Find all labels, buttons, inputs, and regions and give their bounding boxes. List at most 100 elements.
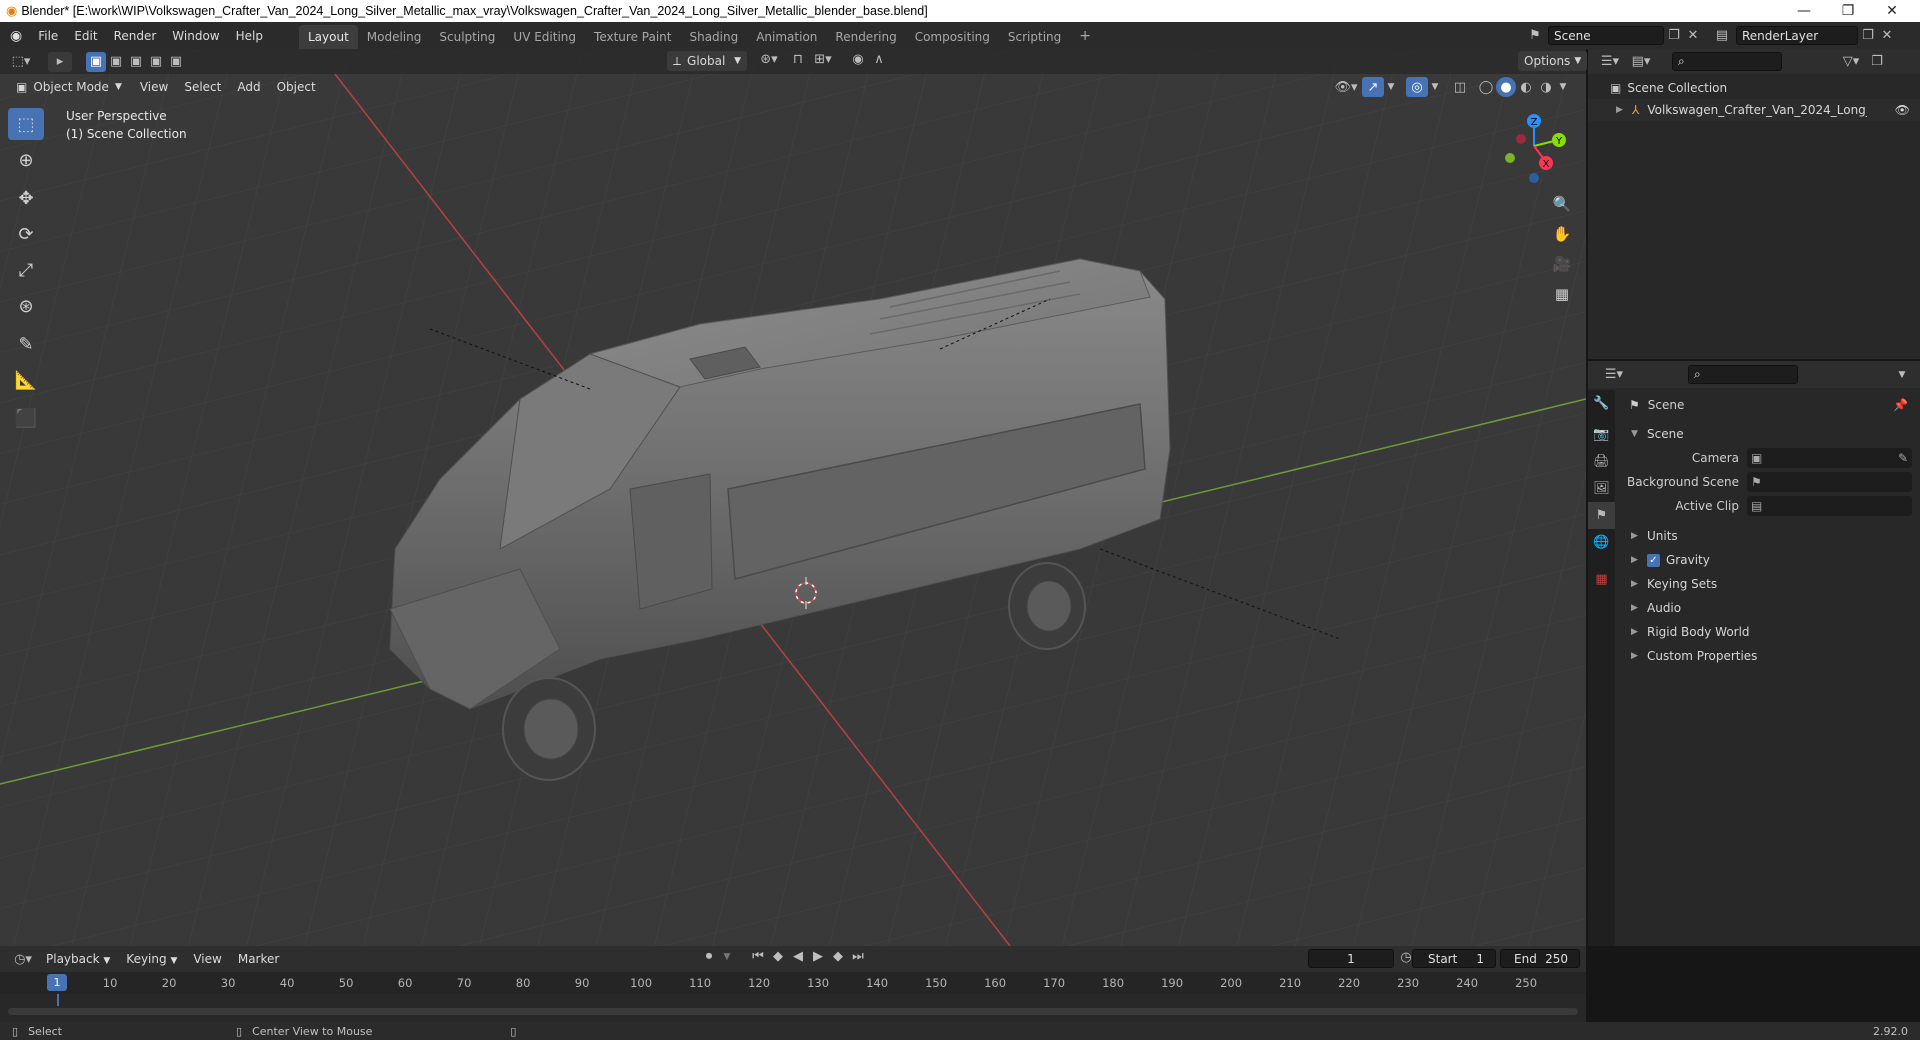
rotate-tool-icon[interactable]: ⟳: [8, 218, 44, 250]
add-cube-tool-icon[interactable]: ⬛: [8, 402, 44, 434]
outliner-search-input[interactable]: ⌕: [1672, 52, 1782, 71]
blender-menu-icon[interactable]: ◉: [10, 28, 22, 44]
keying-sets-section[interactable]: ▶ Keying Sets: [1623, 572, 1920, 596]
display-mode-icon[interactable]: ▤▾: [1626, 54, 1656, 69]
select-box-icon[interactable]: ▸: [48, 51, 72, 72]
scene-tab-icon[interactable]: ⚑: [1588, 502, 1615, 529]
play-icon[interactable]: ▶: [808, 949, 828, 964]
outliner-row-scene-collection[interactable]: ▣ Scene Collection: [1588, 77, 1920, 99]
units-section[interactable]: ▶ Units: [1623, 524, 1920, 548]
tab-scripting[interactable]: Scripting: [999, 25, 1070, 49]
shading-dropdown-icon[interactable]: ▼: [1556, 82, 1570, 92]
add-workspace-button[interactable]: +: [1070, 23, 1100, 49]
timeline-scrollbar[interactable]: [8, 1008, 1578, 1015]
menu-window[interactable]: Window: [164, 29, 227, 43]
menu-file[interactable]: File: [30, 29, 66, 43]
mode-dropdown[interactable]: ▣ Object Mode ▼: [10, 77, 128, 97]
camera-field[interactable]: ▣ ✎: [1747, 448, 1912, 468]
move-tool-icon[interactable]: ✥: [8, 182, 44, 214]
select-mode-invert-icon[interactable]: ▣: [146, 54, 166, 69]
current-frame-field[interactable]: 1: [1308, 949, 1394, 968]
start-frame-field[interactable]: Start 1: [1412, 949, 1496, 968]
minimize-button[interactable]: —: [1782, 0, 1826, 22]
render-layer-icon[interactable]: ▤: [1708, 28, 1736, 43]
tab-sculpting[interactable]: Sculpting: [430, 25, 504, 49]
background-scene-field[interactable]: ⚑: [1747, 472, 1912, 492]
output-tab-icon[interactable]: 🖨: [1588, 448, 1615, 475]
material-shading-icon[interactable]: ◐: [1516, 80, 1536, 95]
select-mode-intersect-icon[interactable]: ▣: [166, 54, 186, 69]
record-dropdown-icon[interactable]: ▼: [720, 952, 734, 962]
delete-scene-icon[interactable]: ✕: [1684, 28, 1702, 43]
rigid-body-world-section[interactable]: ▶ Rigid Body World: [1623, 620, 1920, 644]
pivot-point-icon[interactable]: ⊛▾: [756, 52, 782, 67]
transform-tool-icon[interactable]: ⊛: [8, 290, 44, 322]
properties-search-input[interactable]: ⌕: [1688, 365, 1798, 384]
new-collection-icon[interactable]: ❐: [1866, 54, 1888, 69]
visibility-icon[interactable]: 👁▾: [1330, 80, 1362, 95]
tab-rendering[interactable]: Rendering: [826, 25, 905, 49]
measure-tool-icon[interactable]: 📐: [8, 364, 44, 396]
maximize-button[interactable]: ❐: [1826, 0, 1870, 22]
world-tab-icon[interactable]: 🌐: [1588, 529, 1615, 556]
new-view-layer-icon[interactable]: ❐: [1858, 28, 1878, 43]
gizmo-dropdown-icon[interactable]: ▼: [1384, 82, 1398, 92]
record-icon[interactable]: ⏺: [698, 949, 720, 964]
properties-options-icon[interactable]: ▼: [1894, 370, 1910, 380]
tab-layout[interactable]: Layout: [298, 25, 358, 49]
render-tab-icon[interactable]: 📷: [1588, 421, 1615, 448]
tab-modeling[interactable]: Modeling: [358, 25, 431, 49]
properties-editor-icon[interactable]: ☰▾: [1598, 367, 1630, 382]
select-tool-icon[interactable]: ⬚: [8, 108, 44, 140]
solid-shading-icon[interactable]: ●: [1496, 77, 1516, 97]
menu-marker[interactable]: Marker: [230, 952, 287, 966]
scene-icon[interactable]: ⚑: [1522, 28, 1548, 43]
select-mode-new-icon[interactable]: ▣: [86, 51, 106, 72]
camera-view-icon[interactable]: 🎥: [1548, 250, 1576, 278]
snap-icon[interactable]: ⊓: [788, 52, 808, 67]
custom-properties-section[interactable]: ▶ Custom Properties: [1623, 644, 1920, 668]
close-window-button[interactable]: ✕: [1870, 0, 1914, 22]
outliner-row-object[interactable]: ▶ ⅄ Volkswagen_Crafter_Van_2024_Long_Sil…: [1588, 99, 1920, 121]
scale-tool-icon[interactable]: ⤢: [8, 254, 44, 286]
eyedropper-icon[interactable]: ✎: [1898, 451, 1908, 465]
tab-texture-paint[interactable]: Texture Paint: [585, 25, 680, 49]
new-scene-icon[interactable]: ❐: [1664, 28, 1684, 43]
scene-field[interactable]: Scene: [1548, 26, 1664, 45]
cursor-tool-icon[interactable]: ⊕: [8, 144, 44, 176]
texture-tab-icon[interactable]: ▦: [1588, 566, 1615, 593]
proportional-edit-icon[interactable]: ◉: [848, 52, 868, 67]
outliner-editor-icon[interactable]: ☰▾: [1594, 54, 1626, 69]
menu-view[interactable]: View: [132, 80, 176, 94]
zoom-icon[interactable]: 🔍: [1548, 190, 1576, 218]
menu-playback[interactable]: Playback ▼: [38, 952, 118, 966]
editor-type-icon[interactable]: ⬚▾: [6, 54, 36, 69]
select-mode-subtract-icon[interactable]: ▣: [126, 54, 146, 69]
menu-render[interactable]: Render: [106, 29, 165, 43]
timeline-editor-icon[interactable]: ◷▾: [8, 952, 38, 967]
audio-section[interactable]: ▶ Audio: [1623, 596, 1920, 620]
expand-arrow-icon[interactable]: ▶: [1616, 105, 1624, 115]
delete-view-layer-icon[interactable]: ✕: [1878, 28, 1896, 43]
menu-timeline-view[interactable]: View: [185, 952, 229, 966]
tab-shading[interactable]: Shading: [680, 25, 747, 49]
overlay-toggle-icon[interactable]: ◎: [1406, 77, 1428, 97]
filter-icon[interactable]: ▽▾: [1836, 54, 1866, 69]
gizmo-toggle-icon[interactable]: ↗: [1362, 77, 1384, 97]
select-mode-extend-icon[interactable]: ▣: [106, 54, 126, 69]
render-layer-field[interactable]: RenderLayer: [1736, 26, 1858, 45]
playhead[interactable]: 1: [47, 974, 67, 991]
active-clip-field[interactable]: ▤: [1747, 496, 1912, 516]
overlay-dropdown-icon[interactable]: ▼: [1428, 82, 1442, 92]
menu-object[interactable]: Object: [269, 80, 324, 94]
eye-visibility-icon[interactable]: 👁: [1895, 103, 1910, 117]
wireframe-shading-icon[interactable]: ◯: [1476, 80, 1496, 95]
snap-target-icon[interactable]: ⊞▾: [808, 52, 838, 67]
timeline-ruler[interactable]: 1102030405060708090100110120130140150160…: [0, 972, 1586, 994]
end-frame-field[interactable]: End 250: [1500, 949, 1580, 968]
gravity-checkbox[interactable]: ✓: [1647, 553, 1660, 567]
menu-select[interactable]: Select: [176, 80, 229, 94]
ortho-toggle-icon[interactable]: ▦: [1548, 280, 1576, 308]
play-reverse-icon[interactable]: ◀: [788, 949, 808, 964]
3d-viewport[interactable]: [0, 49, 1586, 946]
